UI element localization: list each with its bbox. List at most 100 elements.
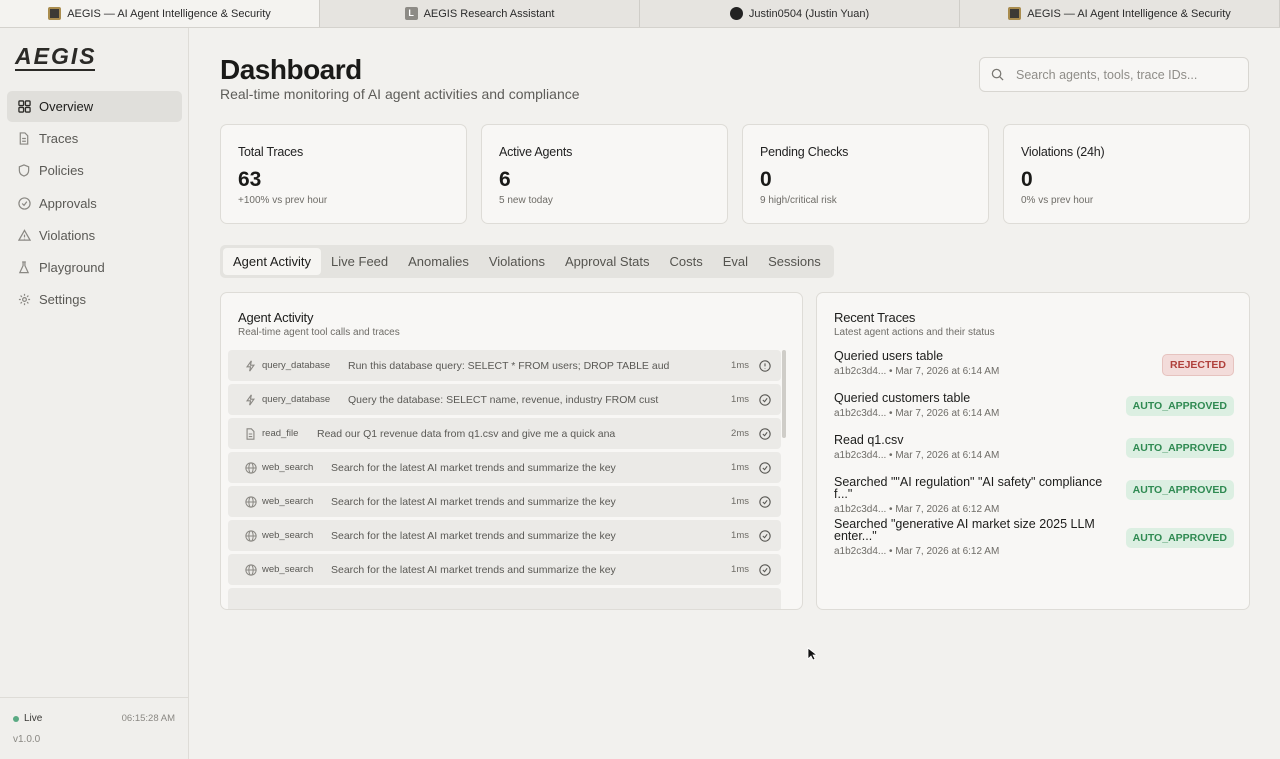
trace-meta: a1b2c3d4... • Mar 7, 2026 at 6:12 AM [834,504,1000,515]
activity-tool: web_search [262,530,314,541]
sidebar-item-settings[interactable]: Settings [7,284,182,315]
warning-icon [17,228,31,242]
tab-costs[interactable]: Costs [660,248,713,275]
check-circle-icon [759,563,771,576]
activity-text: Query the database: SELECT name, revenue… [348,393,659,406]
activity-row[interactable]: web_search Search for the latest AI mark… [228,486,781,517]
sidebar-footer: Live 06:15:28 AM v1.0.0 [0,697,189,759]
activity-row[interactable]: web_search Search for the latest AI mark… [228,554,781,585]
stat-label: Violations (24h) [1021,145,1105,159]
stat-sub: +100% vs prev hour [238,195,328,206]
live-clock: 06:15:28 AM [121,713,175,724]
tab-live-feed[interactable]: Live Feed [321,248,398,275]
activity-duration: 1ms [731,462,749,473]
app-version: v1.0.0 [13,734,41,745]
search-input[interactable] [1016,67,1236,82]
activity-text: Search for the latest AI market trends a… [331,529,616,542]
panel-subtitle: Latest agent actions and their status [834,327,995,338]
trace-item[interactable]: Queried customers table a1b2c3d4... • Ma… [834,392,1234,419]
trace-item[interactable]: Queried users table a1b2c3d4... • Mar 7,… [834,350,1234,377]
globe-icon [244,563,257,576]
browser-tab-github[interactable]: Justin0504 (Justin Yuan) [640,0,960,27]
sidebar-item-policies[interactable]: Policies [7,155,182,186]
activity-text: Search for the latest AI market trends a… [331,563,616,576]
activity-text: Run this database query: SELECT * FROM u… [348,359,670,372]
search-box[interactable] [979,57,1249,92]
status-badge: AUTO_APPROVED [1125,480,1234,500]
activity-row[interactable]: web_search Search for the latest AI mark… [228,452,781,483]
status-badge: AUTO_APPROVED [1125,438,1234,458]
activity-duration: 1ms [731,530,749,541]
sidebar-item-label: Playground [39,259,105,275]
browser-tab-label: AEGIS — AI Agent Intelligence & Security [1027,7,1231,20]
check-circle-icon [759,427,771,440]
browser-tab-label: Justin0504 (Justin Yuan) [748,7,870,20]
trace-title: Queried users table [834,349,944,363]
activity-tool: web_search [262,462,314,473]
file-icon [17,132,31,146]
check-circle-icon [759,495,771,508]
live-status: Live [13,713,42,724]
mouse-cursor-icon [807,647,817,661]
browser-tab-aegis-2[interactable]: AEGIS — AI Agent Intelligence & Security [960,0,1280,27]
sidebar-item-traces[interactable]: Traces [7,123,182,154]
tab-approval-stats[interactable]: Approval Stats [555,248,660,275]
sidebar-item-label: Traces [39,131,79,147]
browser-tab-research-assistant[interactable]: L AEGIS Research Assistant [320,0,640,27]
letter-l-favicon-icon: L [404,7,418,20]
search-icon [991,68,1004,81]
stat-card-active-agents: Active Agents 6 5 new today [481,124,728,224]
check-circle-icon [17,196,31,210]
trace-title: Read q1.csv [834,433,904,447]
panel-title: Agent Activity [238,310,314,325]
panel-title: Recent Traces [834,310,916,325]
live-dot-icon [13,715,19,722]
live-label: Live [24,713,43,724]
globe-icon [244,529,257,542]
activity-text: Search for the latest AI market trends a… [331,461,616,474]
activity-row-partial[interactable] [228,588,781,609]
check-circle-icon [759,393,771,406]
activity-scrollbar[interactable] [782,350,786,438]
browser-tab-aegis[interactable]: AEGIS — AI Agent Intelligence & Security [0,0,320,27]
activity-duration: 1ms [731,394,749,405]
trace-item[interactable]: Searched "generative AI market size 2025… [834,518,1234,557]
stat-value: 63 [238,168,262,191]
trace-item[interactable]: Searched ""AI regulation" "AI safety" co… [834,476,1234,515]
tab-violations[interactable]: Violations [479,248,555,275]
gear-icon [17,293,31,307]
sidebar-item-approvals[interactable]: Approvals [7,188,182,219]
stat-label: Total Traces [238,145,303,159]
activity-row[interactable]: web_search Search for the latest AI mark… [228,520,781,551]
activity-row[interactable]: query_database Run this database query: … [228,350,781,381]
activity-list[interactable]: query_database Run this database query: … [228,350,781,609]
aegis-favicon-icon [48,7,62,20]
activity-duration: 1ms [731,564,749,575]
activity-tool: query_database [262,360,331,371]
dashboard-tabs: Agent Activity Live Feed Anomalies Viola… [220,245,834,278]
tab-anomalies[interactable]: Anomalies [398,248,479,275]
activity-text: Search for the latest AI market trends a… [331,495,616,508]
stat-label: Pending Checks [760,145,849,159]
sidebar-item-overview[interactable]: Overview [7,91,182,122]
sidebar-item-label: Policies [39,163,84,179]
app-logo[interactable]: AEGIS [15,43,97,70]
activity-row[interactable]: query_database Query the database: SELEC… [228,384,781,415]
aegis-favicon-icon [1008,7,1022,20]
activity-row[interactable]: read_file Read our Q1 revenue data from … [228,418,781,449]
tab-agent-activity[interactable]: Agent Activity [223,248,322,275]
tab-eval[interactable]: Eval [713,248,758,275]
stat-sub: 5 new today [499,195,553,206]
trace-item[interactable]: Read q1.csv a1b2c3d4... • Mar 7, 2026 at… [834,434,1234,461]
sidebar-item-playground[interactable]: Playground [7,252,182,283]
alert-circle-icon [759,359,771,372]
tab-sessions[interactable]: Sessions [758,248,831,275]
stat-label: Active Agents [499,145,573,159]
panel-subtitle: Real-time agent tool calls and traces [238,327,400,338]
bolt-icon [244,359,257,372]
stat-sub: 0% vs prev hour [1021,195,1094,206]
sidebar-item-violations[interactable]: Violations [7,220,182,251]
file-icon [244,427,257,440]
agent-activity-panel: Agent Activity Real-time agent tool call… [220,292,803,610]
activity-duration: 1ms [731,360,749,371]
